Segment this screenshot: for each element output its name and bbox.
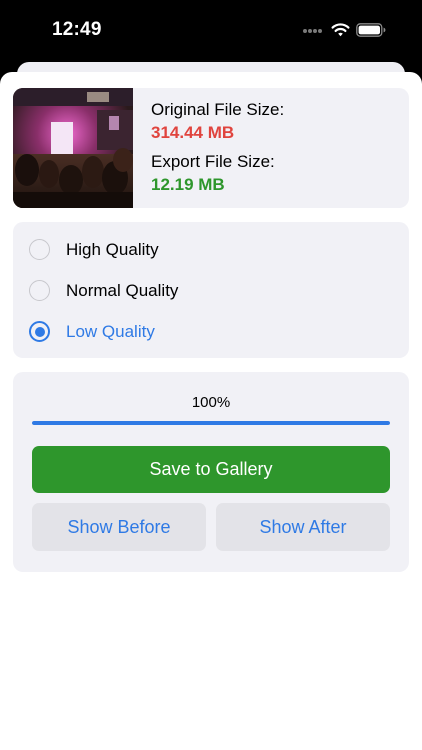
quality-option-high[interactable]: High Quality xyxy=(29,237,389,265)
cellular-dots-icon xyxy=(303,29,322,33)
status-bar: 12:49 xyxy=(0,0,422,62)
export-size-value: 12.19 MB xyxy=(151,175,225,194)
quality-card: High Quality Normal Quality Low Quality xyxy=(13,222,409,358)
quality-option-label: High Quality xyxy=(66,240,159,259)
original-size-value: 314.44 MB xyxy=(151,123,235,142)
radio-button-icon[interactable] xyxy=(29,239,50,260)
quality-option-label: Low Quality xyxy=(66,322,155,341)
export-size-label: Export File Size: xyxy=(151,152,275,171)
battery-icon xyxy=(356,23,386,37)
quality-option-label: Normal Quality xyxy=(66,281,179,300)
radio-button-icon[interactable] xyxy=(29,280,50,301)
save-to-gallery-button[interactable]: Save to Gallery xyxy=(32,446,390,493)
wifi-icon xyxy=(331,23,350,37)
video-thumbnail xyxy=(13,88,133,208)
original-size-label: Original File Size: xyxy=(151,100,285,119)
show-after-button[interactable]: Show After xyxy=(216,503,390,551)
radio-button-selected-icon[interactable] xyxy=(29,321,50,342)
progress-bar-fill xyxy=(32,421,390,425)
quality-option-normal[interactable]: Normal Quality xyxy=(29,278,389,306)
progress-bar xyxy=(32,421,390,425)
export-card: 100% Save to Gallery Show Before Show Af… xyxy=(13,372,409,572)
file-info-card: Original File Size: 314.44 MB Export Fil… xyxy=(13,88,409,208)
quality-option-low[interactable]: Low Quality xyxy=(29,319,389,347)
export-sheet: Original File Size: 314.44 MB Export Fil… xyxy=(0,72,422,750)
status-time: 12:49 xyxy=(52,19,102,40)
progress-percentage: 100% xyxy=(191,394,231,411)
show-before-button[interactable]: Show Before xyxy=(32,503,206,551)
